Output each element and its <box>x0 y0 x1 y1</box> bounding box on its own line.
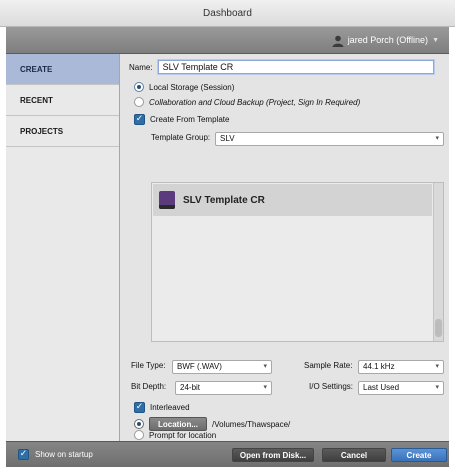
io-settings-label: I/O Settings: <box>309 382 354 391</box>
chevron-down-icon: ▾ <box>435 384 439 391</box>
show-on-startup-label: Show on startup <box>35 450 93 459</box>
prompt-location-radio[interactable] <box>134 430 144 440</box>
bit-depth-value: 24-bit <box>180 383 201 392</box>
template-group-label: Template Group: <box>151 133 211 142</box>
bit-depth-row: Bit Depth: <box>131 382 166 391</box>
io-settings-value: Last Used <box>363 383 400 392</box>
user-bar: jared Porch (Offline) ▼ <box>6 27 449 54</box>
sidebar-item-label: PROJECTS <box>20 127 64 136</box>
sidebar-item-recent[interactable]: RECENT <box>6 85 119 116</box>
file-type-label: File Type: <box>131 361 166 370</box>
location-button[interactable]: Location... <box>149 417 207 431</box>
interleaved-label: Interleaved <box>150 403 190 412</box>
sample-rate-row: Sample Rate: <box>304 361 352 370</box>
chevron-down-icon: ▾ <box>263 363 267 370</box>
storage-local-radio[interactable] <box>134 82 144 92</box>
template-item[interactable]: SLV Template CR <box>153 184 432 216</box>
template-list-scrollbar[interactable] <box>433 183 443 341</box>
template-list[interactable]: SLV Template CR <box>151 182 444 342</box>
io-settings-select[interactable]: Last Used ▾ <box>358 381 444 395</box>
prompt-location-option[interactable]: Prompt for location <box>134 430 216 440</box>
user-menu[interactable]: jared Porch (Offline) ▼ <box>332 27 439 54</box>
file-type-value: BWF (.WAV) <box>177 362 222 371</box>
template-file-icon <box>159 191 175 209</box>
storage-cloud-label: Collaboration and Cloud Backup (Project,… <box>149 97 361 107</box>
storage-local-label: Local Storage (Session) <box>149 82 235 92</box>
template-group-row: Template Group: <box>151 133 210 142</box>
location-radio[interactable] <box>134 419 144 429</box>
template-item-label: SLV Template CR <box>183 194 265 206</box>
footer-bar: ✓ Show on startup Open from Disk... Canc… <box>6 441 449 467</box>
sidebar-item-create[interactable]: CREATE <box>6 54 119 85</box>
storage-cloud-option[interactable]: Collaboration and Cloud Backup (Project,… <box>134 97 360 107</box>
open-from-disk-button[interactable]: Open from Disk... <box>232 448 314 462</box>
name-input[interactable]: SLV Template CR <box>157 60 434 74</box>
person-icon <box>332 35 344 47</box>
sidebar: CREATE RECENT PROJECTS <box>6 54 120 441</box>
template-group-select[interactable]: SLV ▾ <box>215 132 444 146</box>
create-from-template-option[interactable]: ✓ Create From Template <box>134 114 229 125</box>
storage-local-option[interactable]: Local Storage (Session) <box>134 82 234 92</box>
create-button[interactable]: Create <box>391 448 447 462</box>
file-type-row: File Type: <box>131 361 166 370</box>
file-type-select[interactable]: BWF (.WAV) ▾ <box>172 360 272 374</box>
show-on-startup-option[interactable]: ✓ Show on startup <box>18 449 93 460</box>
chevron-down-icon: ▾ <box>263 384 267 391</box>
storage-cloud-radio[interactable] <box>134 97 144 107</box>
chevron-down-icon: ▼ <box>432 37 439 44</box>
sample-rate-value: 44.1 kHz <box>363 362 395 371</box>
sidebar-item-label: CREATE <box>20 65 53 74</box>
sample-rate-select[interactable]: 44.1 kHz ▾ <box>358 360 444 374</box>
interleaved-checkbox[interactable]: ✓ <box>134 402 145 413</box>
location-option[interactable]: Location... /Volumes/Thawspace/ <box>134 417 290 431</box>
prompt-location-label: Prompt for location <box>149 430 217 440</box>
window-title: Dashboard <box>203 8 252 19</box>
cancel-button[interactable]: Cancel <box>322 448 386 462</box>
name-value: SLV Template CR <box>162 62 234 72</box>
sample-rate-label: Sample Rate: <box>304 361 353 370</box>
chevron-down-icon: ▾ <box>435 363 439 370</box>
io-settings-row: I/O Settings: <box>309 382 353 391</box>
template-group-value: SLV <box>220 134 235 143</box>
name-label: Name: <box>129 62 153 72</box>
chevron-down-icon: ▾ <box>435 135 439 142</box>
create-panel: Name: SLV Template CR Local Storage (Ses… <box>120 54 449 441</box>
name-row: Name: SLV Template CR <box>129 60 434 74</box>
create-from-template-checkbox[interactable]: ✓ <box>134 114 145 125</box>
sidebar-item-label: RECENT <box>20 96 53 105</box>
template-list-scroll-thumb[interactable] <box>435 319 442 337</box>
interleaved-option[interactable]: ✓ Interleaved <box>134 402 190 413</box>
dashboard-frame: jared Porch (Offline) ▼ CREATE RECENT PR… <box>6 27 449 467</box>
user-label: jared Porch (Offline) <box>347 35 429 45</box>
bit-depth-select[interactable]: 24-bit ▾ <box>175 381 272 395</box>
create-from-template-label: Create From Template <box>150 115 230 124</box>
show-on-startup-checkbox[interactable]: ✓ <box>18 449 29 460</box>
location-path: /Volumes/Thawspace/ <box>212 419 291 429</box>
window-titlebar: Dashboard <box>0 0 455 27</box>
bit-depth-label: Bit Depth: <box>131 382 167 391</box>
sidebar-item-projects[interactable]: PROJECTS <box>6 116 119 147</box>
